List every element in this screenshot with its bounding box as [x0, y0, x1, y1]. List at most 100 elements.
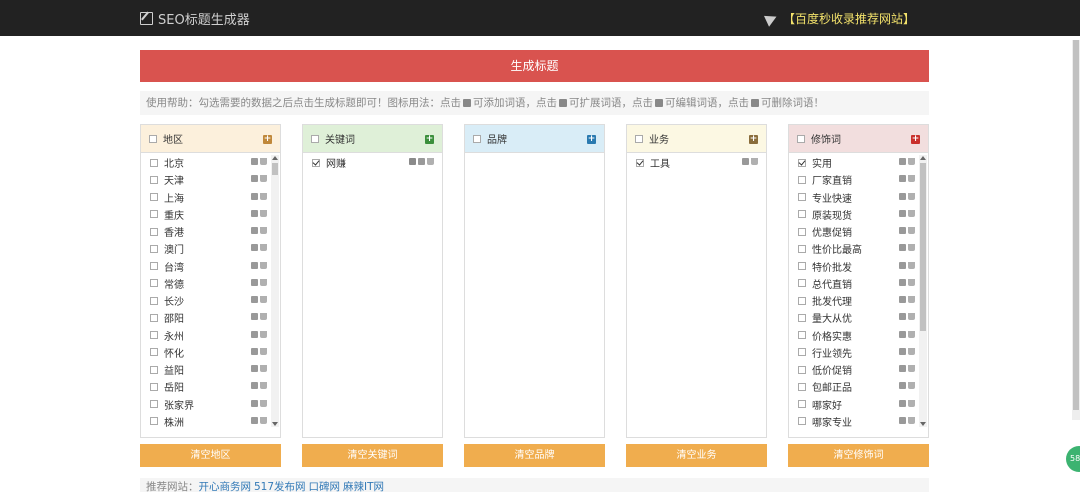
trash-icon[interactable]	[260, 365, 267, 372]
clear-button[interactable]: 清空地区	[140, 444, 281, 467]
edit-icon[interactable]	[899, 330, 906, 338]
trash-icon[interactable]	[908, 261, 915, 269]
plus-square-icon[interactable]: +	[425, 135, 434, 144]
list-item[interactable]: 行业领先	[789, 344, 928, 361]
item-checkbox[interactable]	[798, 348, 806, 357]
trash-icon[interactable]	[260, 227, 267, 234]
scroll-up-arrow-icon[interactable]	[272, 156, 278, 160]
trash-icon[interactable]	[260, 175, 267, 183]
edit-icon[interactable]	[418, 158, 425, 165]
list-item[interactable]: 专业快速	[789, 189, 928, 206]
edit-icon[interactable]	[899, 313, 906, 321]
trash-icon[interactable]	[260, 330, 267, 338]
list-item[interactable]: 实用	[789, 154, 928, 171]
scroll-down-arrow-icon[interactable]	[920, 422, 926, 426]
trash-icon[interactable]	[908, 227, 915, 234]
edit-icon[interactable]	[899, 209, 906, 217]
trash-icon[interactable]	[908, 296, 915, 303]
item-checkbox[interactable]	[798, 365, 806, 374]
item-checkbox[interactable]	[312, 158, 320, 167]
list-item[interactable]: 香港	[141, 223, 280, 240]
list-item[interactable]: 北京	[141, 154, 280, 171]
edit-icon[interactable]	[251, 365, 258, 372]
trash-icon[interactable]	[908, 365, 915, 372]
list-item[interactable]: 哪家好	[789, 396, 928, 413]
generate-title-button[interactable]: 生成标题	[140, 50, 929, 82]
recommend-link[interactable]: 麻辣IT网	[343, 481, 384, 492]
item-checkbox[interactable]	[150, 279, 158, 288]
trash-icon[interactable]	[260, 244, 267, 252]
item-checkbox[interactable]	[798, 158, 806, 167]
select-all-checkbox[interactable]	[797, 134, 805, 143]
list-item[interactable]: 长沙	[141, 292, 280, 309]
list-item[interactable]: 低价促销	[789, 361, 928, 378]
edit-icon[interactable]	[251, 399, 258, 407]
sitemap-icon[interactable]	[409, 158, 416, 165]
edit-icon[interactable]	[251, 227, 258, 234]
trash-icon[interactable]	[260, 209, 267, 217]
edit-icon[interactable]	[899, 175, 906, 183]
list-item[interactable]: 天津	[141, 171, 280, 188]
item-checkbox[interactable]	[150, 227, 158, 236]
list-item[interactable]: 哪家专业	[789, 413, 928, 430]
edit-icon[interactable]	[251, 296, 258, 303]
edit-icon[interactable]	[899, 158, 906, 165]
list-item[interactable]: 常德	[141, 275, 280, 292]
list-item[interactable]: 批发代理	[789, 292, 928, 309]
list-item[interactable]: 永州	[141, 327, 280, 344]
list-item[interactable]: 包邮正品	[789, 378, 928, 395]
item-checkbox[interactable]	[150, 262, 158, 271]
trash-icon[interactable]	[908, 416, 915, 424]
recommend-link[interactable]: 开心商务网	[199, 481, 252, 492]
select-all-checkbox[interactable]	[473, 134, 481, 143]
edit-icon[interactable]	[899, 261, 906, 269]
item-checkbox[interactable]	[150, 365, 158, 374]
plus-square-icon[interactable]: +	[587, 135, 596, 144]
list-item[interactable]: 工具	[627, 154, 766, 171]
list-item[interactable]: 性价比最高	[789, 240, 928, 257]
item-checkbox[interactable]	[798, 193, 806, 202]
edit-icon[interactable]	[899, 227, 906, 234]
item-checkbox[interactable]	[798, 210, 806, 219]
item-checkbox[interactable]	[150, 417, 158, 426]
edit-icon[interactable]	[899, 365, 906, 372]
item-checkbox[interactable]	[150, 193, 158, 202]
item-checkbox[interactable]	[798, 382, 806, 391]
edit-icon[interactable]	[251, 416, 258, 424]
item-checkbox[interactable]	[150, 313, 158, 322]
item-checkbox[interactable]	[150, 175, 158, 184]
edit-icon[interactable]	[899, 399, 906, 407]
item-checkbox[interactable]	[150, 400, 158, 409]
trash-icon[interactable]	[260, 416, 267, 424]
item-checkbox[interactable]	[636, 158, 644, 167]
item-checkbox[interactable]	[798, 331, 806, 340]
clear-button[interactable]: 清空修饰词	[788, 444, 929, 467]
page-scrollbar-thumb[interactable]	[1073, 40, 1079, 410]
item-checkbox[interactable]	[798, 400, 806, 409]
edit-icon[interactable]	[899, 192, 906, 200]
edit-icon[interactable]	[899, 382, 906, 390]
list-item[interactable]: 特价批发	[789, 258, 928, 275]
edit-icon[interactable]	[251, 158, 258, 165]
item-checkbox[interactable]	[798, 313, 806, 322]
clear-button[interactable]: 清空关键词	[302, 444, 443, 467]
item-checkbox[interactable]	[798, 262, 806, 271]
edit-icon[interactable]	[251, 313, 258, 321]
item-checkbox[interactable]	[798, 417, 806, 426]
trash-icon[interactable]	[260, 347, 267, 355]
list-item[interactable]: 优惠促销	[789, 223, 928, 240]
list-item[interactable]: 株洲	[141, 413, 280, 430]
trash-icon[interactable]	[908, 192, 915, 200]
plus-square-icon[interactable]: +	[911, 135, 920, 144]
select-all-checkbox[interactable]	[635, 134, 643, 143]
trash-icon[interactable]	[908, 278, 915, 286]
item-checkbox[interactable]	[798, 175, 806, 184]
trash-icon[interactable]	[260, 296, 267, 303]
trash-icon[interactable]	[260, 158, 267, 165]
trash-icon[interactable]	[908, 175, 915, 183]
item-checkbox[interactable]	[150, 244, 158, 253]
item-checkbox[interactable]	[150, 382, 158, 391]
scroll-thumb[interactable]	[920, 163, 926, 331]
edit-icon[interactable]	[251, 261, 258, 269]
list-item[interactable]: 总代直销	[789, 275, 928, 292]
